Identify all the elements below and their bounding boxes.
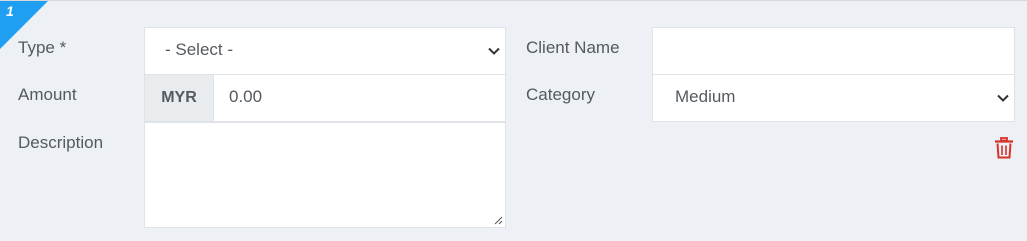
category-select[interactable]: Medium (652, 74, 1015, 122)
client-name-label: Client Name (526, 38, 620, 57)
type-select-value: - Select - (165, 40, 234, 59)
description-textarea[interactable] (144, 122, 506, 228)
amount-label: Amount (18, 85, 77, 104)
resize-grip-icon[interactable] (493, 215, 503, 225)
description-label: Description (18, 133, 104, 152)
trash-icon[interactable] (994, 137, 1014, 159)
chevron-down-icon (488, 47, 500, 55)
row-number: 1 (6, 3, 14, 19)
category-select-value: Medium (675, 87, 736, 106)
chevron-down-icon (997, 94, 1009, 102)
type-label: Type * (18, 38, 67, 57)
category-label: Category (526, 85, 595, 104)
currency-addon: MYR (145, 75, 214, 121)
type-select[interactable]: - Select - (144, 27, 506, 75)
amount-input-group: MYR 0.00 (144, 74, 506, 122)
client-name-input[interactable] (652, 27, 1015, 75)
amount-input[interactable]: 0.00 (229, 87, 262, 107)
form-row-card: 1 Type * - Select - Amount MYR 0.00 Desc… (0, 0, 1027, 241)
